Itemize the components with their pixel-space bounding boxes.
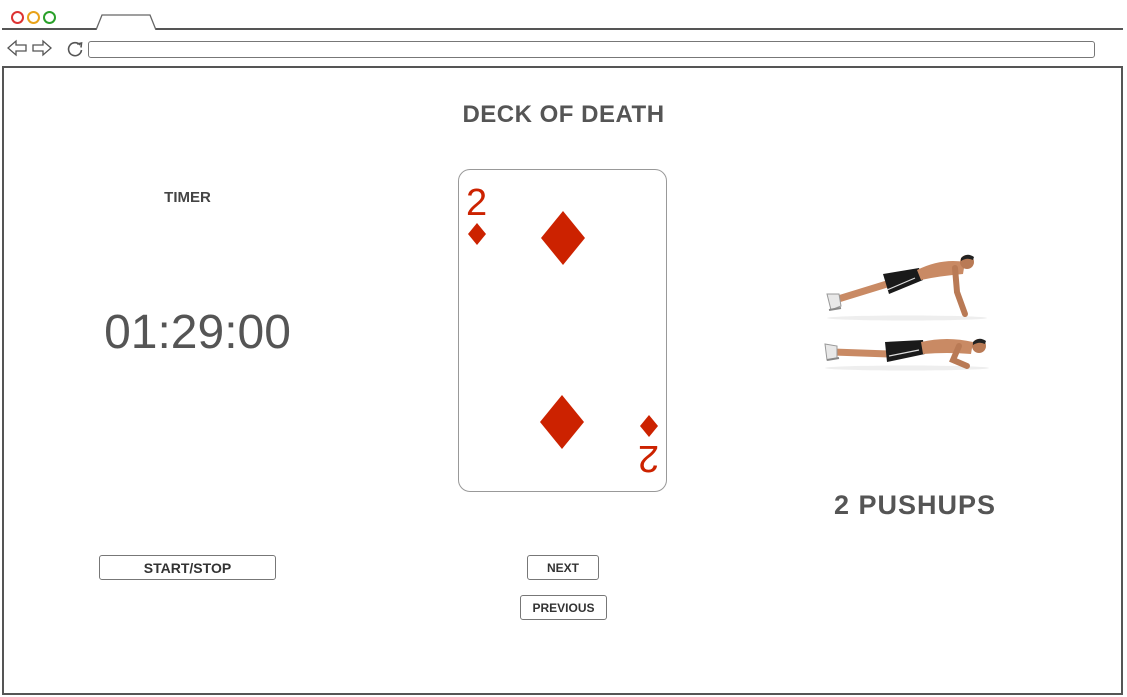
pushup-figure-bottom [824, 338, 989, 371]
timer-label: TIMER [164, 189, 211, 206]
close-window-button[interactable] [11, 11, 24, 24]
card-rank-top: 2 [466, 182, 488, 224]
back-arrow-icon[interactable] [7, 39, 27, 57]
previous-button[interactable]: PREVIOUS [520, 595, 607, 620]
pushup-illustration [824, 254, 989, 371]
browser-title-bar [2, 2, 1123, 30]
reload-icon[interactable] [66, 40, 84, 58]
browser-tab[interactable] [96, 14, 156, 30]
diamond-pip-icon [541, 211, 585, 265]
small-diamond-icon [468, 223, 486, 245]
next-button[interactable]: NEXT [527, 555, 599, 580]
small-diamond-icon [640, 415, 658, 437]
pushup-figure-top [826, 254, 987, 321]
diamond-pip-icon [540, 395, 584, 449]
playing-card: 2 2 [458, 169, 667, 492]
card-rank-bottom: 2 [637, 437, 659, 479]
maximize-window-button[interactable] [43, 11, 56, 24]
timer-display: 01:29:00 [104, 306, 291, 359]
browser-address-row [2, 30, 1123, 68]
exercise-reps-label: 2 PUSHUPS [833, 490, 997, 520]
forward-arrow-icon[interactable] [32, 39, 52, 57]
minimize-window-button[interactable] [27, 11, 40, 24]
start-stop-button[interactable]: START/STOP [99, 555, 276, 580]
page-title: DECK OF DEATH [462, 101, 665, 128]
address-bar[interactable] [88, 41, 1095, 58]
